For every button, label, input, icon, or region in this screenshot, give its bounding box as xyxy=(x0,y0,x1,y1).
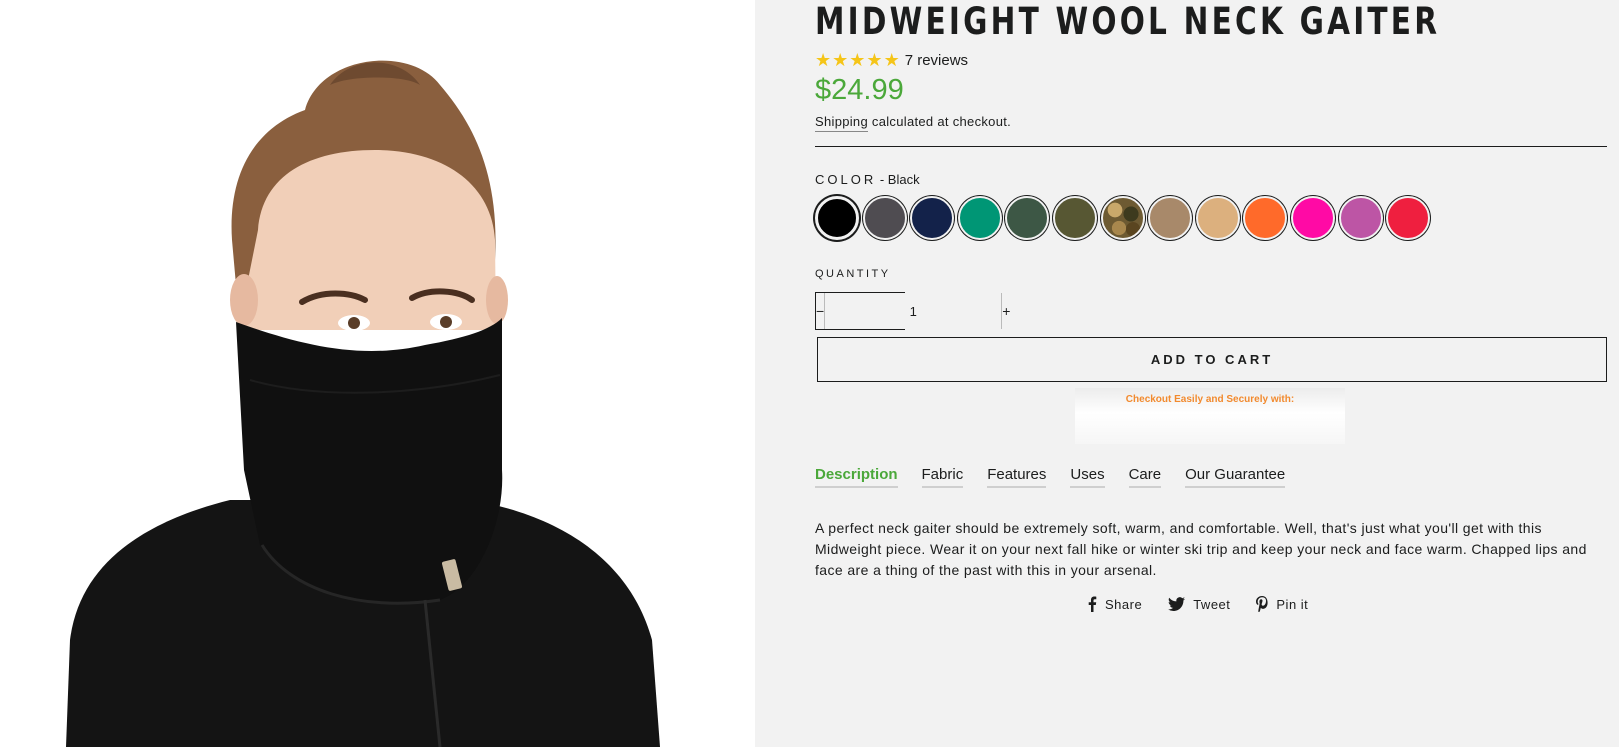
color-swatch-pink[interactable] xyxy=(1290,196,1335,240)
pinterest-pin-button[interactable]: Pin it xyxy=(1256,596,1308,612)
twitter-icon xyxy=(1168,597,1186,611)
checkout-banner-image: Checkout Easily and Securely with: xyxy=(1075,388,1345,444)
product-info-panel: MIDWEIGHT WOOL NECK GAITER ★ ★ ★ ★ ★ 7 r… xyxy=(755,0,1619,747)
shipping-note-text: calculated at checkout. xyxy=(868,114,1012,129)
color-swatch-charcoal[interactable] xyxy=(862,196,907,240)
product-description: A perfect neck gaiter should be extremel… xyxy=(815,520,1587,578)
star-icon: ★ xyxy=(866,50,883,70)
facebook-share-button[interactable]: Share xyxy=(1087,596,1142,612)
tweet-label: Tweet xyxy=(1193,596,1231,612)
product-title: MIDWEIGHT WOOL NECK GAITER xyxy=(815,0,1441,43)
product-rating[interactable]: ★ ★ ★ ★ ★ 7 reviews xyxy=(815,50,968,70)
color-swatch-olive[interactable] xyxy=(1052,196,1097,240)
tab-description[interactable]: Description xyxy=(815,466,898,488)
divider xyxy=(815,146,1607,147)
tab-fabric[interactable]: Fabric xyxy=(921,466,964,488)
product-photo[interactable] xyxy=(0,0,755,747)
reviews-count-link[interactable]: 7 reviews xyxy=(905,52,968,69)
product-price: $24.99 xyxy=(815,74,904,106)
color-swatch-camo[interactable] xyxy=(1100,196,1145,240)
color-label-text: COLOR xyxy=(815,172,877,187)
color-swatch-orange[interactable] xyxy=(1243,196,1288,240)
color-swatch-teal[interactable] xyxy=(957,196,1002,240)
color-swatch-forest[interactable] xyxy=(1005,196,1050,240)
color-separator: - xyxy=(876,172,888,187)
star-icon: ★ xyxy=(883,50,900,70)
add-to-cart-button[interactable]: ADD TO CART xyxy=(817,337,1607,382)
star-icon: ★ xyxy=(849,50,866,70)
quantity-decrease-button[interactable]: − xyxy=(816,293,824,329)
star-icon: ★ xyxy=(815,50,832,70)
twitter-tweet-button[interactable]: Tweet xyxy=(1168,597,1230,612)
quantity-label: QUANTITY xyxy=(815,268,891,280)
color-swatch-black[interactable] xyxy=(815,196,859,240)
color-swatch-navy[interactable] xyxy=(910,196,955,240)
pin-label: Pin it xyxy=(1276,596,1309,612)
color-swatch-tan[interactable] xyxy=(1148,196,1193,240)
quantity-increase-button[interactable]: + xyxy=(1002,293,1010,329)
quantity-stepper: − + xyxy=(815,292,1010,330)
color-swatch-list xyxy=(815,196,1434,240)
checkout-banner-text: Checkout Easily and Securely with: xyxy=(1125,394,1295,405)
social-share-bar: Share Tweet Pin it xyxy=(1087,596,1334,612)
shipping-link[interactable]: Shipping xyxy=(815,114,868,132)
tab-features[interactable]: Features xyxy=(987,466,1047,488)
pinterest-icon xyxy=(1256,596,1268,612)
color-label: COLOR - Black xyxy=(815,172,920,187)
model-wearing-gaiter-image xyxy=(0,0,755,747)
tab-care[interactable]: Care xyxy=(1128,466,1162,488)
quantity-input[interactable] xyxy=(824,293,1003,329)
facebook-icon xyxy=(1088,596,1097,612)
selected-color-value: Black xyxy=(887,172,920,187)
rating-stars: ★ ★ ★ ★ ★ xyxy=(815,50,901,70)
tab-uses[interactable]: Uses xyxy=(1070,466,1105,488)
color-swatch-sand[interactable] xyxy=(1195,196,1240,240)
share-label: Share xyxy=(1105,596,1143,612)
shipping-note: Shipping calculated at checkout. xyxy=(815,114,1012,132)
color-swatch-red[interactable] xyxy=(1386,196,1431,240)
tab-our-guarantee[interactable]: Our Guarantee xyxy=(1185,466,1286,488)
star-icon: ★ xyxy=(832,50,849,70)
color-swatch-orchid[interactable] xyxy=(1338,196,1383,240)
product-tabs: Description Fabric Features Uses Care Our Gua… xyxy=(815,466,1309,488)
